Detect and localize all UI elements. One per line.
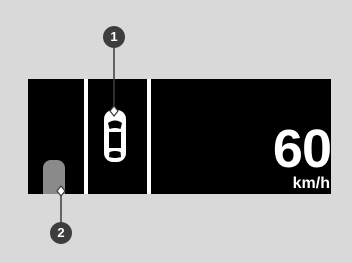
callout-leaders [56, 37, 119, 224]
callout-1: 1 [103, 26, 125, 48]
diagram-stage: 60 km/h 1 2 [0, 0, 352, 263]
callout-2: 2 [50, 222, 72, 244]
